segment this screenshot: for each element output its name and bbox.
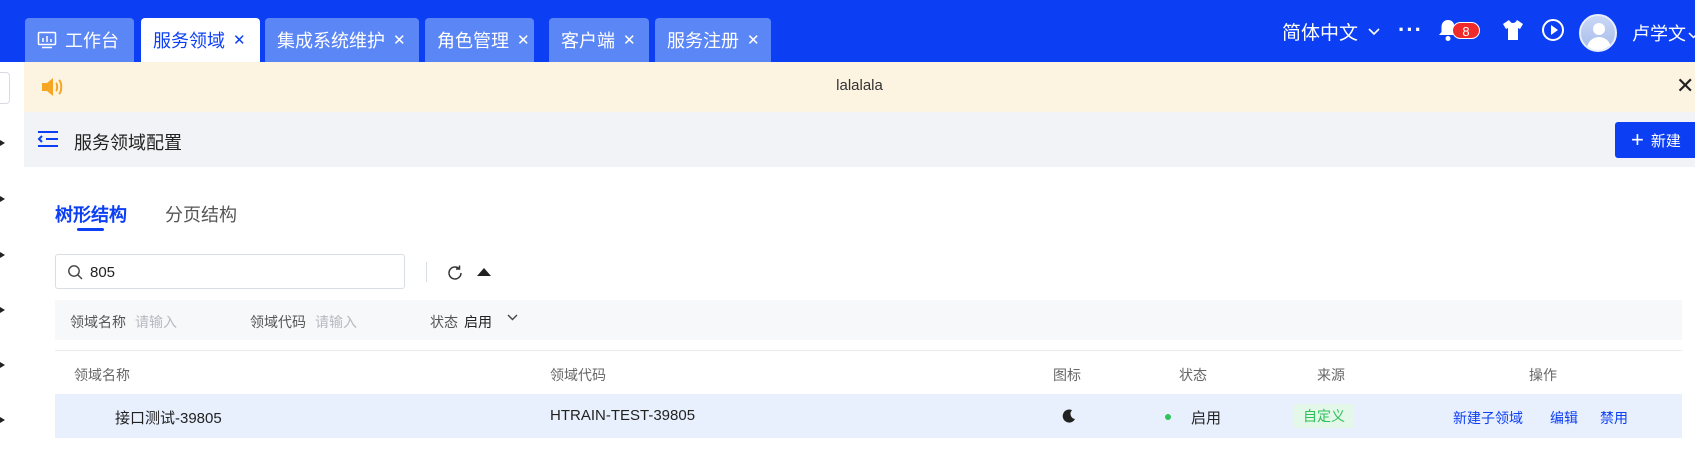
close-icon[interactable]: ✕	[747, 33, 760, 48]
new-button[interactable]: + 新建	[1615, 122, 1695, 158]
divider	[426, 262, 427, 282]
column-header-status: 状态	[1179, 367, 1207, 383]
sidebar-expand-icon[interactable]	[0, 362, 5, 368]
tab-label: 服务注册	[667, 31, 739, 51]
disable-link[interactable]: 禁用	[1600, 408, 1628, 428]
close-icon[interactable]: ✕	[623, 33, 636, 48]
moon-icon	[1061, 408, 1077, 429]
sidebar-search-box[interactable]	[0, 72, 10, 104]
subtab-active-indicator	[77, 228, 104, 231]
subtab-paged[interactable]: 分页结构	[165, 201, 237, 227]
edit-link[interactable]: 编辑	[1550, 408, 1578, 428]
sidebar-expand-icon[interactable]	[0, 307, 5, 313]
cell-code: HTRAIN-TEST-39805	[550, 407, 696, 424]
filter-code-input[interactable]: 请输入	[315, 312, 357, 332]
page-header: 服务领域配置 + 新建	[24, 112, 1695, 167]
filter-bar: 领域名称 请输入 领域代码 请输入 状态 启用	[55, 300, 1682, 340]
tab-integration-system[interactable]: 集成系统维护 ✕	[265, 18, 419, 62]
tab-workbench[interactable]: 工作台	[25, 18, 134, 62]
filter-name-input[interactable]: 请输入	[135, 312, 177, 332]
search-input[interactable]	[90, 261, 390, 283]
theme-shirt-icon[interactable]	[1501, 19, 1525, 46]
table-header: 领域名称 领域代码 图标 状态 来源 操作	[55, 350, 1682, 394]
left-sidebar	[0, 62, 24, 464]
notice-message: lalalala	[836, 77, 883, 94]
close-icon[interactable]: ✕	[1676, 75, 1694, 97]
chevron-down-icon	[1368, 24, 1380, 39]
caret-up-icon[interactable]	[477, 268, 491, 276]
menu-fold-icon[interactable]	[37, 130, 59, 153]
tab-service-domain[interactable]: 服务领域 ✕	[141, 18, 260, 62]
tab-label: 工作台	[65, 31, 119, 51]
filter-status-label: 状态	[430, 314, 458, 330]
close-icon[interactable]: ✕	[393, 33, 406, 48]
tab-label: 集成系统维护	[277, 31, 385, 51]
language-label: 简体中文	[1282, 23, 1359, 44]
filter-status-select[interactable]: 启用	[464, 312, 492, 332]
cell-status: 启用	[1191, 410, 1222, 427]
column-header-source: 来源	[1317, 367, 1345, 383]
tab-label: 客户端	[561, 31, 615, 51]
sidebar-expand-icon[interactable]	[0, 196, 5, 202]
tab-service-registry[interactable]: 服务注册 ✕	[655, 18, 771, 62]
notice-bar: lalalala ✕	[24, 62, 1695, 112]
monitor-chart-icon	[37, 31, 57, 49]
tab-label: 服务领域	[153, 31, 225, 51]
page-title: 服务领域配置	[74, 133, 182, 153]
column-header-name: 领域名称	[74, 367, 130, 383]
tab-role-management[interactable]: 角色管理 ✕	[425, 18, 534, 62]
top-navbar: 工作台 服务领域 ✕ 集成系统维护 ✕ 角色管理 ✕ 客户端 ✕ 服务注册 ✕ …	[0, 0, 1695, 62]
search-icon	[67, 264, 83, 285]
add-child-domain-link[interactable]: 新建子领域	[1453, 408, 1523, 428]
column-header-code: 领域代码	[550, 367, 606, 383]
search-box[interactable]	[55, 254, 405, 289]
new-button-label: 新建	[1650, 132, 1681, 150]
close-icon[interactable]: ✕	[233, 33, 246, 48]
source-tag: 自定义	[1294, 404, 1354, 428]
plus-icon: +	[1631, 127, 1644, 152]
refresh-icon[interactable]	[446, 264, 464, 287]
subtab-tree[interactable]: 树形结构	[55, 201, 127, 227]
avatar[interactable]	[1579, 14, 1617, 52]
column-header-icon: 图标	[1053, 367, 1081, 383]
username[interactable]: 卢学文	[1632, 20, 1695, 46]
table-row[interactable]: 接口测试-39805 HTRAIN-TEST-39805 启用 自定义 新建子领…	[55, 394, 1682, 438]
column-header-actions: 操作	[1529, 367, 1557, 383]
chevron-down-icon[interactable]	[507, 312, 518, 324]
filter-name-label: 领域名称	[70, 314, 126, 330]
tab-label: 角色管理	[437, 31, 509, 51]
notification-badge: 8	[1452, 22, 1480, 39]
tab-client[interactable]: 客户端 ✕	[549, 18, 649, 62]
sidebar-expand-icon[interactable]	[0, 140, 5, 146]
play-circle-icon[interactable]	[1541, 18, 1565, 47]
sidebar-expand-icon[interactable]	[0, 417, 5, 423]
status-dot	[1165, 414, 1171, 420]
more-icon[interactable]: ···	[1398, 17, 1423, 43]
cell-name: 接口测试-39805	[115, 410, 222, 427]
language-selector[interactable]: 简体中文	[1282, 18, 1380, 45]
filter-code-label: 领域代码	[250, 314, 306, 330]
sidebar-expand-icon[interactable]	[0, 252, 5, 258]
close-icon[interactable]: ✕	[517, 33, 530, 48]
